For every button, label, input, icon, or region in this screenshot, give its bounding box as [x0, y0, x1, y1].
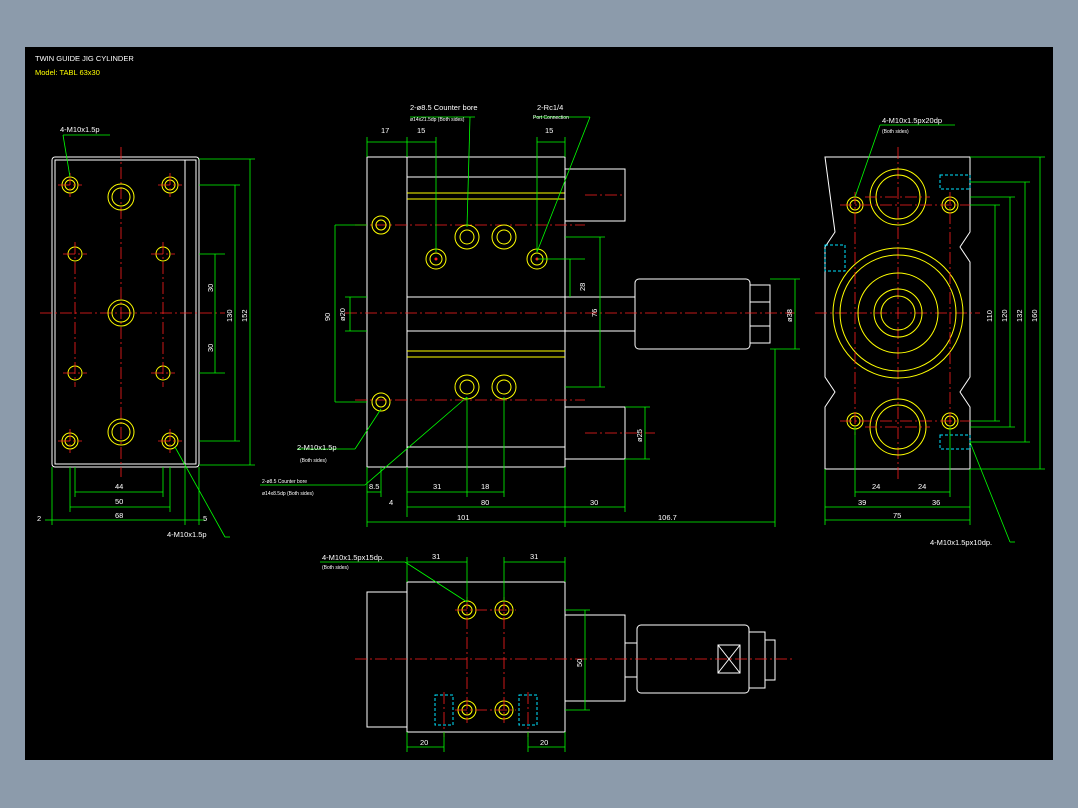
- front-callout-cb4: ø14x8.5dp (Both sides): [262, 491, 314, 497]
- left-dim-130: 130: [225, 309, 234, 322]
- left-body-outline: [51, 156, 200, 468]
- front-callout-cb3: 2-ø8.5 Counter bore: [262, 479, 307, 485]
- right-dim-120: 120: [1000, 309, 1009, 322]
- bottom-callout: 4-M10x1.5px15dp.: [322, 553, 384, 562]
- front-dim-17: 17: [381, 126, 389, 135]
- front-dim-30: 30: [590, 498, 598, 507]
- right-hole-centers: [840, 192, 970, 435]
- bottom-dim-20b: 20: [540, 738, 548, 747]
- front-dim-phi20: ø20: [338, 308, 347, 321]
- front-dim-90: 90: [323, 313, 332, 321]
- left-dim-30a: 30: [206, 284, 215, 292]
- front-dimensions: [260, 116, 800, 527]
- right-dim-24a: 24: [872, 482, 880, 491]
- front-dim-4: 4: [389, 498, 393, 507]
- front-view: 2-ø8.5 Counter bore ø14x21.5dp (Both sid…: [260, 103, 800, 527]
- front-dim-18: 18: [481, 482, 489, 491]
- front-dim-80: 80: [481, 498, 489, 507]
- front-rod-nut: [749, 284, 771, 344]
- bottom-dim-31a: 31: [432, 552, 440, 561]
- left-body-inner: [54, 159, 197, 465]
- bottom-boss: [564, 614, 626, 702]
- right-view: 4-M10x1.5px20dp (Both sides) 4-M10x1.5px…: [815, 116, 1045, 547]
- right-dim-24b: 24: [918, 482, 926, 491]
- front-callout-m10-2: (Both sides): [300, 458, 327, 464]
- left-dimensions: [45, 134, 255, 538]
- bottom-rod-head: [636, 624, 750, 694]
- front-holes: [371, 215, 548, 412]
- bottom-rod: [624, 642, 638, 678]
- right-dim-36: 36: [932, 498, 940, 507]
- front-callout-counterbore: 2-ø8.5 Counter bore: [410, 103, 478, 112]
- front-dim-101: 101: [457, 513, 470, 522]
- front-body: [406, 156, 566, 468]
- left-dim-5: 5: [203, 514, 207, 523]
- left-view: 4-M10x1.5p 4-M10x1.5p 30 30 130 152 44 5…: [37, 125, 255, 539]
- bottom-dim-20a: 20: [420, 738, 428, 747]
- right-callout-top-2: (Both sides): [882, 129, 909, 135]
- front-dim-31: 31: [433, 482, 441, 491]
- front-callout-port: 2-Rc1/4: [537, 103, 563, 112]
- right-dim-39: 39: [858, 498, 866, 507]
- left-dim-2: 2: [37, 514, 41, 523]
- right-dim-132: 132: [1015, 309, 1024, 322]
- left-dim-44: 44: [115, 482, 123, 491]
- cad-drawing-frame: TWIN GUIDE JIG CYLINDER Model: TABL 63x3…: [25, 47, 1053, 760]
- front-dim-8-5: 8.5: [369, 482, 379, 491]
- front-dim-phi38: ø38: [785, 309, 794, 322]
- bottom-dim-31b: 31: [530, 552, 538, 561]
- front-dim-106-7: 106.7: [658, 513, 677, 522]
- front-dim-15a: 15: [417, 126, 425, 135]
- left-dim-68: 68: [115, 511, 123, 520]
- bottom-callout-2: (Both sides): [322, 565, 349, 571]
- bottom-dim-50: 50: [575, 659, 584, 667]
- front-callout-m10: 2-M10x1.5p: [297, 443, 337, 452]
- front-endplate: [366, 156, 408, 468]
- bottom-rod-nut: [748, 631, 766, 689]
- bottom-dimensions: [320, 557, 590, 752]
- front-callout-counterbore-2: ø14x21.5dp (Both sides): [410, 117, 465, 123]
- right-dim-160: 160: [1030, 309, 1039, 322]
- left-callout-top: 4-M10x1.5p: [60, 125, 100, 134]
- right-hidden-threads: [824, 174, 971, 450]
- front-dim-28: 28: [578, 283, 587, 291]
- right-dim-110: 110: [985, 310, 994, 322]
- left-dim-30b: 30: [206, 344, 215, 352]
- front-callout-port-2: Port Connection: [533, 115, 569, 121]
- right-callout-bottom: 4-M10x1.5px10dp.: [930, 538, 992, 547]
- left-dim-152: 152: [240, 309, 249, 322]
- bottom-body: [406, 581, 566, 733]
- right-dimensions: [824, 124, 1045, 543]
- model-label: Model: TABL 63x30: [35, 68, 100, 77]
- right-callout-top: 4-M10x1.5px20dp: [882, 116, 942, 125]
- bottom-endplate: [366, 591, 408, 728]
- left-dim-50: 50: [115, 497, 123, 506]
- front-dim-76: 76: [590, 309, 599, 317]
- drawing-title: TWIN GUIDE JIG CYLINDER: [35, 54, 134, 63]
- bottom-hole-centers: [443, 597, 529, 737]
- bottom-holes: [434, 600, 538, 726]
- front-dim-phi25: ø25: [635, 429, 644, 442]
- bottom-view: 4-M10x1.5px15dp. (Both sides) 31 31 50 2…: [320, 552, 795, 752]
- front-dim-15b: 15: [545, 126, 553, 135]
- right-dim-75: 75: [893, 511, 901, 520]
- left-callout-bottom: 4-M10x1.5p: [167, 530, 207, 539]
- drawing-canvas: TWIN GUIDE JIG CYLINDER Model: TABL 63x3…: [35, 54, 1045, 752]
- front-rod-head: [634, 278, 751, 350]
